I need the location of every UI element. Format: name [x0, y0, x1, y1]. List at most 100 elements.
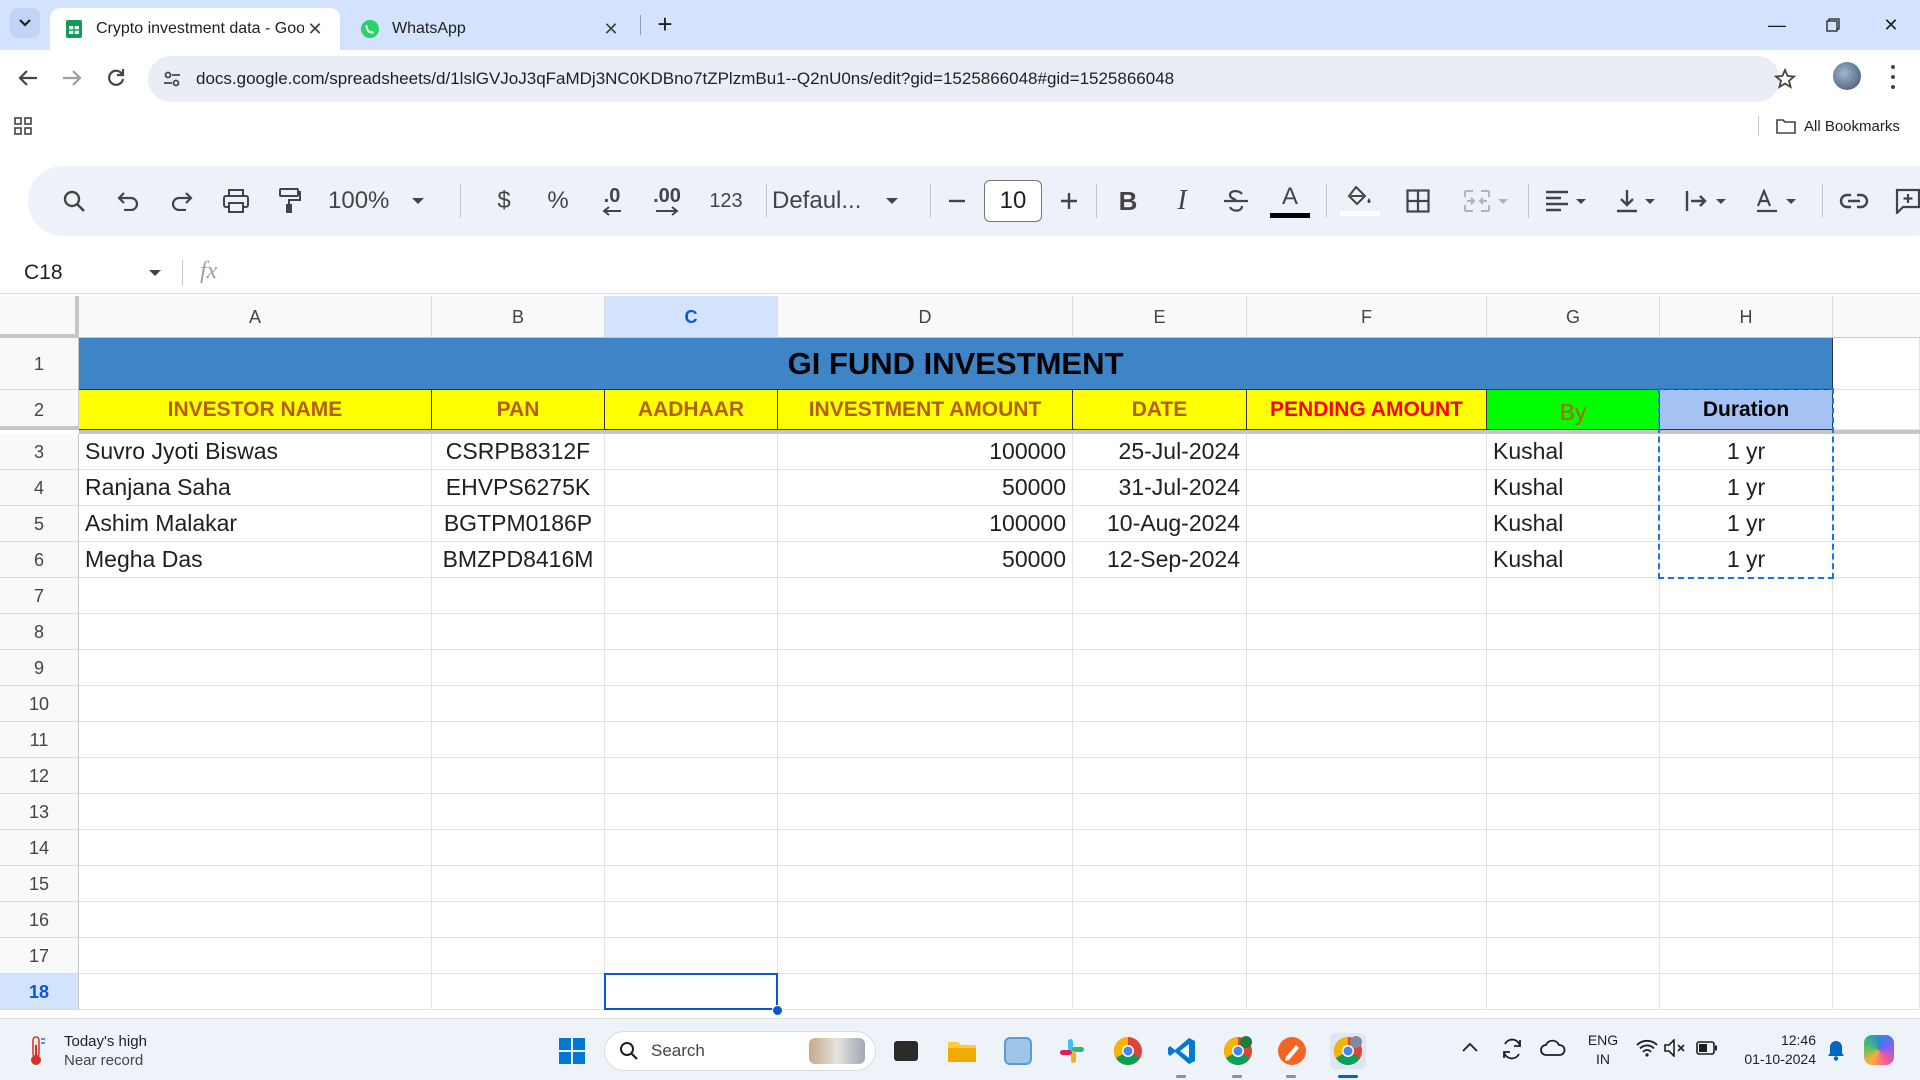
empty-cell[interactable]	[778, 614, 1073, 650]
row-header-6[interactable]: 6	[0, 542, 79, 578]
empty-cell[interactable]	[1833, 338, 1920, 390]
empty-cell[interactable]	[1833, 974, 1920, 1010]
profile-avatar[interactable]	[1833, 62, 1861, 90]
header-pan[interactable]: PAN	[432, 390, 605, 430]
row-header-2[interactable]: 2	[0, 390, 79, 430]
empty-cell[interactable]	[1660, 614, 1833, 650]
empty-cell[interactable]	[1660, 794, 1833, 830]
percent-format-button[interactable]: %	[538, 166, 578, 236]
taskbar-app-vscode[interactable]	[1164, 1033, 1200, 1069]
empty-cell[interactable]	[1487, 938, 1660, 974]
empty-cell[interactable]	[778, 686, 1073, 722]
site-info-icon[interactable]	[162, 69, 182, 89]
empty-cell[interactable]	[1247, 866, 1487, 902]
empty-cell[interactable]	[432, 794, 605, 830]
empty-cell[interactable]	[1487, 866, 1660, 902]
cell-investor-name[interactable]: Ranjana Saha	[79, 470, 432, 506]
wifi-icon[interactable]	[1636, 1039, 1658, 1057]
empty-cell[interactable]	[1073, 830, 1247, 866]
column-header-g[interactable]: G	[1487, 296, 1660, 338]
header-pending-amount[interactable]: PENDING AMOUNT	[1247, 390, 1487, 430]
cell-by[interactable]: Kushal	[1487, 470, 1660, 506]
taskbar-app-orange[interactable]	[1274, 1033, 1310, 1069]
empty-cell[interactable]	[605, 578, 778, 614]
taskbar-app-chrome[interactable]	[1110, 1033, 1146, 1069]
row-header-17[interactable]: 17	[0, 938, 79, 974]
decrease-decimal-button[interactable]: .0	[590, 166, 634, 236]
weather-widget[interactable]: Today's high Near record	[22, 1031, 202, 1071]
forward-icon[interactable]	[56, 62, 88, 94]
taskbar-app-file-explorer[interactable]	[944, 1033, 980, 1069]
close-window-icon[interactable]: ✕	[1876, 12, 1906, 38]
empty-cell[interactable]	[1247, 614, 1487, 650]
empty-cell[interactable]	[432, 974, 605, 1010]
taskbar-search[interactable]: Search	[604, 1031, 876, 1071]
row-header-3[interactable]: 3	[0, 434, 79, 470]
cell-pending-amount[interactable]	[1247, 506, 1487, 542]
empty-cell[interactable]	[1247, 686, 1487, 722]
address-bar[interactable]: docs.google.com/spreadsheets/d/1lslGVJoJ…	[148, 56, 1796, 102]
empty-cell[interactable]	[432, 902, 605, 938]
column-header-a[interactable]: A	[79, 296, 432, 338]
cell-investor-name[interactable]: Suvro Jyoti Biswas	[79, 434, 432, 470]
column-header-d[interactable]: D	[778, 296, 1073, 338]
cell-col-i[interactable]	[1833, 506, 1920, 542]
cell-by[interactable]: Kushal	[1487, 506, 1660, 542]
empty-cell[interactable]	[79, 938, 432, 974]
empty-cell[interactable]	[778, 974, 1073, 1010]
empty-cell[interactable]	[1247, 974, 1487, 1010]
notification-bell-icon[interactable]	[1826, 1039, 1846, 1061]
cell-pending-amount[interactable]	[1247, 542, 1487, 578]
empty-cell[interactable]	[605, 794, 778, 830]
empty-cell[interactable]	[1660, 974, 1833, 1010]
empty-cell[interactable]	[432, 578, 605, 614]
empty-cell[interactable]	[778, 578, 1073, 614]
empty-cell[interactable]	[1833, 686, 1920, 722]
empty-cell[interactable]	[1487, 830, 1660, 866]
italic-button[interactable]: I	[1162, 166, 1202, 236]
cell-investment-amount[interactable]: 100000	[778, 434, 1073, 470]
row-header-4[interactable]: 4	[0, 470, 79, 506]
empty-cell[interactable]	[1660, 758, 1833, 794]
empty-cell[interactable]	[79, 830, 432, 866]
empty-cell[interactable]	[1660, 866, 1833, 902]
empty-cell[interactable]	[79, 722, 432, 758]
empty-cell[interactable]	[79, 794, 432, 830]
row-header-15[interactable]: 15	[0, 866, 79, 902]
cell-investment-amount[interactable]: 100000	[778, 506, 1073, 542]
cell-investor-name[interactable]: Ashim Malakar	[79, 506, 432, 542]
horizontal-align-button[interactable]	[1538, 166, 1594, 236]
close-tab-icon[interactable]: ✕	[304, 19, 326, 40]
bold-button[interactable]: B	[1108, 166, 1148, 236]
cell-pan[interactable]: BMZPD8416M	[432, 542, 605, 578]
empty-cell[interactable]	[1833, 902, 1920, 938]
paint-format-button[interactable]	[270, 166, 310, 236]
show-hidden-icons[interactable]	[1462, 1039, 1482, 1059]
empty-cell[interactable]	[1487, 902, 1660, 938]
empty-cell[interactable]	[1073, 758, 1247, 794]
row-header-9[interactable]: 9	[0, 650, 79, 686]
tab-whatsapp[interactable]: WhatsApp ✕	[346, 8, 636, 50]
cell-col-i[interactable]	[1833, 434, 1920, 470]
empty-cell[interactable]	[605, 866, 778, 902]
empty-cell[interactable]	[605, 686, 778, 722]
empty-cell[interactable]	[1833, 830, 1920, 866]
vertical-align-button[interactable]	[1608, 166, 1664, 236]
fill-handle[interactable]	[772, 1005, 783, 1016]
header-investment-amount[interactable]: INVESTMENT AMOUNT	[778, 390, 1073, 430]
start-button[interactable]	[554, 1033, 590, 1069]
text-rotation-button[interactable]	[1748, 166, 1804, 236]
taskbar-app-chrome-active[interactable]	[1330, 1033, 1366, 1069]
empty-cell[interactable]	[432, 830, 605, 866]
empty-cell[interactable]	[1487, 578, 1660, 614]
empty-cell[interactable]	[778, 938, 1073, 974]
redo-button[interactable]	[162, 166, 202, 236]
back-icon[interactable]	[12, 62, 44, 94]
empty-cell[interactable]	[432, 686, 605, 722]
row-header-1[interactable]: 1	[0, 338, 79, 390]
empty-cell[interactable]	[1247, 830, 1487, 866]
empty-cell[interactable]	[1487, 794, 1660, 830]
browser-menu-icon[interactable]	[1886, 62, 1900, 92]
text-wrapping-button[interactable]	[1678, 166, 1734, 236]
empty-cell[interactable]	[79, 614, 432, 650]
